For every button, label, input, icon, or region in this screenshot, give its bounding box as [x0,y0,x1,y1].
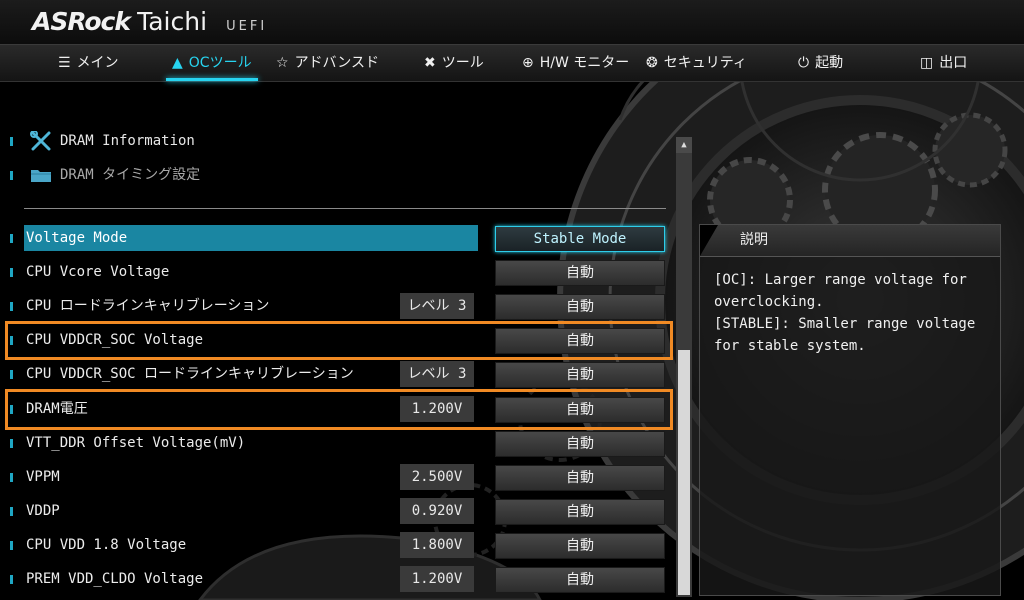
setting-current-value: 1.800V [400,532,474,558]
link-dram-information[interactable]: DRAM Information [10,128,310,154]
setting-current-value: 0.920V [400,498,474,524]
tab-hw-monitor[interactable]: ⊕ H/W モニター [522,45,629,81]
row-bullet [10,302,13,311]
setting-name: CPU Vcore Voltage [26,264,170,280]
row-bullet [10,268,13,277]
tab-exit[interactable]: ◫ 出口 [920,45,967,81]
row-bullet [10,575,13,584]
setting-value-select[interactable]: 自動 [495,294,665,320]
rocket-icon: ▲ [172,55,183,71]
setting-value-select[interactable]: 自動 [495,567,665,593]
setting-row-cpu-vddcr-soc-llc[interactable]: CPU VDDCR_SOC ロードラインキャリブレーション レベル 3 自動 [10,361,670,388]
setting-name: CPU VDDCR_SOC Voltage [26,332,204,348]
list-icon: ☰ [58,55,71,71]
brand-firmware: UEFI [226,19,268,34]
setting-row-vddp[interactable]: VDDP 0.920V 自動 [10,498,670,525]
tools-icon: ✖ [424,55,436,71]
setting-row-vtt-ddr-offset[interactable]: VTT_DDR Offset Voltage(mV) 自動 [10,430,670,457]
description-title-bar: 説明 [700,225,1000,257]
row-bullet [10,137,13,146]
link-label: DRAM タイミング設定 [60,167,201,183]
row-bullet [10,405,13,414]
setting-row-dram-voltage[interactable]: DRAM電圧 1.200V 自動 [10,396,670,423]
main-nav: ☰ メイン ▲ OCツール ☆ アドバンスド ✖ ツール ⊕ H/W モニター ❂ セキュリ… [0,44,1024,82]
setting-name: PREM VDD_CLDO Voltage [26,571,204,587]
exit-door-icon: ◫ [920,55,934,71]
link-label: DRAM Information [60,133,195,149]
setting-row-cpu-vdd18[interactable]: CPU VDD 1.8 Voltage 1.800V 自動 [10,532,670,559]
setting-name: CPU VDD 1.8 Voltage [26,537,187,553]
tab-main[interactable]: ☰ メイン [58,45,119,81]
row-bullet [10,370,13,379]
description-panel: 説明 [OC]: Larger range voltage for overcl… [699,224,1001,596]
tab-boot[interactable]: ⏻ 起動 [798,45,843,81]
row-bullet [10,336,13,345]
brand-logo: ASRock Taichi UEFI [32,7,267,36]
setting-value-select[interactable]: Stable Mode [495,226,665,252]
setting-name: VPPM [26,469,60,485]
setting-row-voltage-mode[interactable]: Voltage Mode Stable Mode [10,225,670,252]
row-bullet [10,541,13,550]
row-bullet [10,507,13,516]
tab-label: OCツール [188,55,252,71]
row-bullet [10,439,13,448]
brand-name: ASRock [32,7,131,36]
setting-row-cpu-llc[interactable]: CPU ロードラインキャリブレーション レベル 3 自動 [10,293,670,320]
scrollbar-thumb[interactable] [678,350,690,595]
title-notch [700,225,718,256]
setting-name: VTT_DDR Offset Voltage(mV) [26,435,246,451]
tab-label: メイン [76,55,119,71]
wrench-screwdriver-icon [30,131,51,151]
description-title: 説明 [740,232,768,248]
setting-row-prem-vdd-cldo[interactable]: PREM VDD_CLDO Voltage 1.200V 自動 [10,566,670,593]
setting-value-select[interactable]: 自動 [495,533,665,559]
setting-value-select[interactable]: 自動 [495,328,665,354]
star-icon: ☆ [276,55,289,71]
setting-value-select[interactable]: 自動 [495,397,665,423]
setting-value-select[interactable]: 自動 [495,362,665,388]
setting-row-vppm[interactable]: VPPM 2.500V 自動 [10,464,670,491]
setting-row-cpu-vddcr-soc[interactable]: CPU VDDCR_SOC Voltage 自動 [10,327,670,354]
tab-label: ツール [441,55,484,71]
brand-product: Taichi [137,7,208,36]
crosshair-icon: ⊕ [522,55,534,71]
setting-name: Voltage Mode [24,225,478,251]
tab-label: 出口 [939,55,968,71]
setting-current-value: 2.500V [400,464,474,490]
setting-value-select[interactable]: 自動 [495,431,665,457]
scroll-up-arrow-icon[interactable]: ▲ [676,137,692,153]
setting-value-select[interactable]: 自動 [495,499,665,525]
setting-name: CPU VDDCR_SOC ロードラインキャリブレーション [26,366,354,382]
setting-row-cpu-vcore[interactable]: CPU Vcore Voltage 自動 [10,259,670,286]
tab-label: H/W モニター [539,55,630,71]
tab-oc-tools[interactable]: ▲ OCツール [166,45,258,81]
setting-value-select[interactable]: 自動 [495,465,665,491]
header-bar: ASRock Taichi UEFI [0,0,1024,44]
tab-label: 起動 [815,55,844,71]
description-text: [OC]: Larger range voltage for overclock… [714,272,976,354]
setting-name: VDDP [26,503,60,519]
shield-icon: ❂ [646,55,658,71]
setting-current-value: 1.200V [400,566,474,592]
setting-value-select[interactable]: 自動 [495,260,665,286]
row-bullet [10,234,13,243]
tab-label: セキュリティ [663,55,747,71]
row-bullet [10,171,13,180]
setting-current-value: レベル 3 [400,361,474,387]
tab-tools[interactable]: ✖ ツール [424,45,484,81]
section-divider [24,208,666,209]
tab-advanced[interactable]: ☆ アドバンスド [276,45,379,81]
setting-current-value: 1.200V [400,396,474,422]
folder-icon [31,170,51,182]
setting-name: DRAM電圧 [26,401,88,417]
setting-current-value: レベル 3 [400,293,474,319]
tab-label: アドバンスド [294,55,379,71]
tab-security[interactable]: ❂ セキュリティ [646,45,747,81]
setting-name: CPU ロードラインキャリブレーション [26,298,270,314]
row-bullet [10,473,13,482]
power-icon: ⏻ [798,55,810,71]
link-dram-timing-settings[interactable]: DRAM タイミング設定 [10,162,310,188]
